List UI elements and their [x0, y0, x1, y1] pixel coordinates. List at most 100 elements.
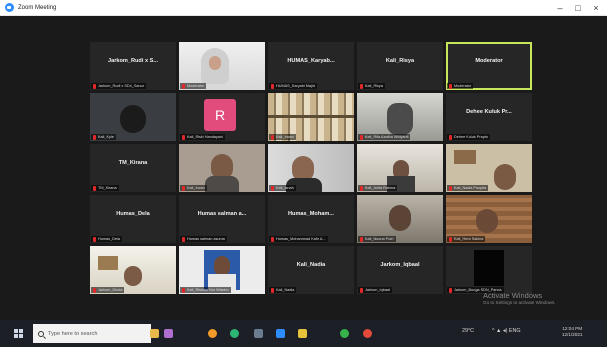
participant-tile[interactable]: Kali_Nouna Putri	[357, 195, 443, 243]
participant-tile[interactable]: Kali_Isnah	[268, 144, 354, 192]
taskbar-zoom-icon[interactable]	[276, 329, 285, 338]
participant-tile[interactable]: R Kali_Riski Handayani	[179, 93, 265, 141]
participant-tile[interactable]: Kali_Hera Sakina	[446, 195, 532, 243]
taskbar-chrome-icon[interactable]	[208, 329, 217, 338]
participant-display-name: Dehee Kuluk Pr...	[466, 109, 512, 115]
participant-name-label: Humas_Dela	[91, 236, 122, 242]
participant-name-label: Moderator	[180, 83, 207, 89]
participant-name-label: Kali_Kyle	[91, 134, 116, 140]
participant-tile[interactable]: Humas_Moham... Humas_Mohammad Kafir A...	[268, 195, 354, 243]
taskbar-app-icon[interactable]	[340, 329, 349, 338]
participant-display-name: TM_Kirana	[118, 160, 148, 166]
minimize-button[interactable]: –	[552, 2, 568, 14]
taskbar-search-box[interactable]: Type here to search	[33, 324, 151, 343]
participant-tile[interactable]: Humas salman a... Humas salman asuma	[179, 195, 265, 243]
participant-tile[interactable]: Kali_Irwan	[179, 144, 265, 192]
muted-mic-icon	[182, 287, 185, 293]
taskbar-clock[interactable]: 12:04 PM 12/1/2021	[562, 326, 582, 338]
participant-tile[interactable]: Kali_Nadia Puspita	[446, 144, 532, 192]
participant-name-label: Kali_Anita Rahma	[358, 185, 398, 191]
muted-mic-icon	[93, 134, 96, 140]
muted-mic-icon	[360, 134, 363, 140]
muted-mic-icon	[271, 236, 274, 242]
search-icon	[38, 330, 44, 337]
participant-name-label: Kali_Hera Sakina	[447, 236, 486, 242]
window-title: Zoom Meeting	[18, 4, 57, 11]
activate-windows-watermark: Activate Windows Go to Settings to activ…	[483, 291, 556, 305]
muted-mic-icon	[182, 83, 185, 89]
meeting-stage: Jarkom_Rudi x S... Jarkom_Rudi x SD4_Sanu…	[0, 16, 607, 320]
participant-label-text: Jarkom_Dinda	[98, 288, 123, 292]
participant-tile[interactable]: Kali_Riswan Nur Wasino	[179, 246, 265, 294]
participant-name-label: Humas salman asuma	[180, 236, 227, 242]
participant-tile[interactable]: Moderator Moderator	[446, 42, 532, 90]
participant-label-text: Kali_Riski Handayani	[187, 135, 223, 139]
participant-display-name: Kali_Risya	[385, 58, 415, 64]
participant-name-label: Kali_Nadia Puspita	[447, 185, 489, 191]
weather-readout[interactable]: 29°C	[462, 328, 474, 334]
muted-mic-icon	[93, 236, 96, 242]
watermark-title: Activate Windows	[483, 291, 543, 300]
participant-tile[interactable]: Kali_Rifa Azatha Widyanti	[357, 93, 443, 141]
muted-mic-icon	[182, 134, 185, 140]
muted-mic-icon	[271, 83, 274, 89]
participant-tile[interactable]: Kali_Kyle	[90, 93, 176, 141]
participant-name-label: Dehee Kuluk Prapto	[447, 134, 490, 140]
participant-tile[interactable]: TM_Kirana TM_Kirana	[90, 144, 176, 192]
participant-tile[interactable]: Jarkom_Bunga SDN_Panca	[446, 246, 532, 294]
participant-tile[interactable]: Kali_Nadia Kali_Nadia	[268, 246, 354, 294]
participant-name-label: Kali_Irwan	[180, 185, 207, 191]
participant-label-text: Kali_Irwan	[276, 135, 294, 139]
participant-tile[interactable]: Dehee Kuluk Pr... Dehee Kuluk Prapto	[446, 93, 532, 141]
muted-mic-icon	[449, 185, 452, 191]
muted-mic-icon	[182, 236, 185, 242]
participant-label-text: Humas_Mohammad Kafir A...	[276, 237, 326, 241]
participant-label-text: Kali_Risya	[365, 84, 383, 88]
taskbar-app-icon[interactable]	[254, 329, 263, 338]
muted-mic-icon	[360, 287, 363, 293]
participant-display-name: Jarkom_Rudi x S...	[107, 58, 159, 64]
participant-tile[interactable]: Kali_Anita Rahma	[357, 144, 443, 192]
participant-label-text: Jarkom_Rudi x SD4_Sanur	[98, 84, 145, 88]
participant-label-text: TM_Kirana	[98, 186, 117, 190]
system-tray[interactable]: ^ ▲ ◂) ENG	[492, 328, 521, 334]
muted-mic-icon	[360, 185, 363, 191]
taskbar-app-icon[interactable]	[164, 329, 173, 338]
participant-tile[interactable]: Jarkom_Rudi x S... Jarkom_Rudi x SD4_Sanu…	[90, 42, 176, 90]
participant-label-text: Dehee Kuluk Prapto	[454, 135, 488, 139]
maximize-button[interactable]: □	[570, 2, 586, 14]
participant-display-name: Moderator	[475, 58, 503, 64]
participant-label-text: Kali_Kyle	[98, 135, 114, 139]
taskbar-app-icon[interactable]	[230, 329, 239, 338]
participant-tile[interactable]: Moderator	[179, 42, 265, 90]
participant-name-label: Kali_Riski Handayani	[180, 134, 225, 140]
participant-display-name: Humas_Moham...	[287, 211, 334, 217]
zoom-app-icon	[5, 3, 14, 12]
participant-label-text: Kali_Nadia	[276, 288, 295, 292]
taskbar-app-icon[interactable]	[363, 329, 372, 338]
participant-tile[interactable]: Humas_Dela Humas_Dela	[90, 195, 176, 243]
close-button[interactable]: ×	[588, 2, 604, 14]
participant-tile[interactable]: Jarkom_Iqbaal Jarkom_Iqbaal	[357, 246, 443, 294]
participant-name-label: Moderator	[447, 83, 474, 89]
participant-label-text: Kali_Riswan Nur Wasino	[187, 288, 229, 292]
participant-name-label: TM_Kirana	[91, 185, 119, 191]
participant-label-text: Kali_Hera Sakina	[454, 237, 484, 241]
muted-mic-icon	[271, 287, 274, 293]
participant-display-name: HUMAS_Karyab...	[287, 58, 335, 64]
participant-tile[interactable]: HUMAS_Karyab... HUMAS_Karyabi Majid	[268, 42, 354, 90]
participant-label-text: Moderator	[187, 84, 205, 88]
participant-name-label: Kali_Irwan	[269, 134, 296, 140]
taskbar-app-icon[interactable]	[150, 329, 159, 338]
taskbar-folder-icon[interactable]	[298, 329, 307, 338]
search-placeholder: Type here to search	[48, 330, 98, 337]
participant-display-name: Kali_Nadia	[296, 262, 326, 268]
participant-name-label: Kali_Nouna Putri	[358, 236, 396, 242]
participant-tile[interactable]: Kali_Irwan	[268, 93, 354, 141]
participant-name-label: Jarkom_Iqbaal	[358, 287, 392, 293]
participant-name-label: Kali_Isnah	[269, 185, 296, 191]
windows-start-icon[interactable]	[14, 329, 23, 338]
participant-tile[interactable]: Jarkom_Dinda	[90, 246, 176, 294]
participant-tile[interactable]: Kali_Risya Kali_Risya	[357, 42, 443, 90]
muted-mic-icon	[93, 83, 96, 89]
